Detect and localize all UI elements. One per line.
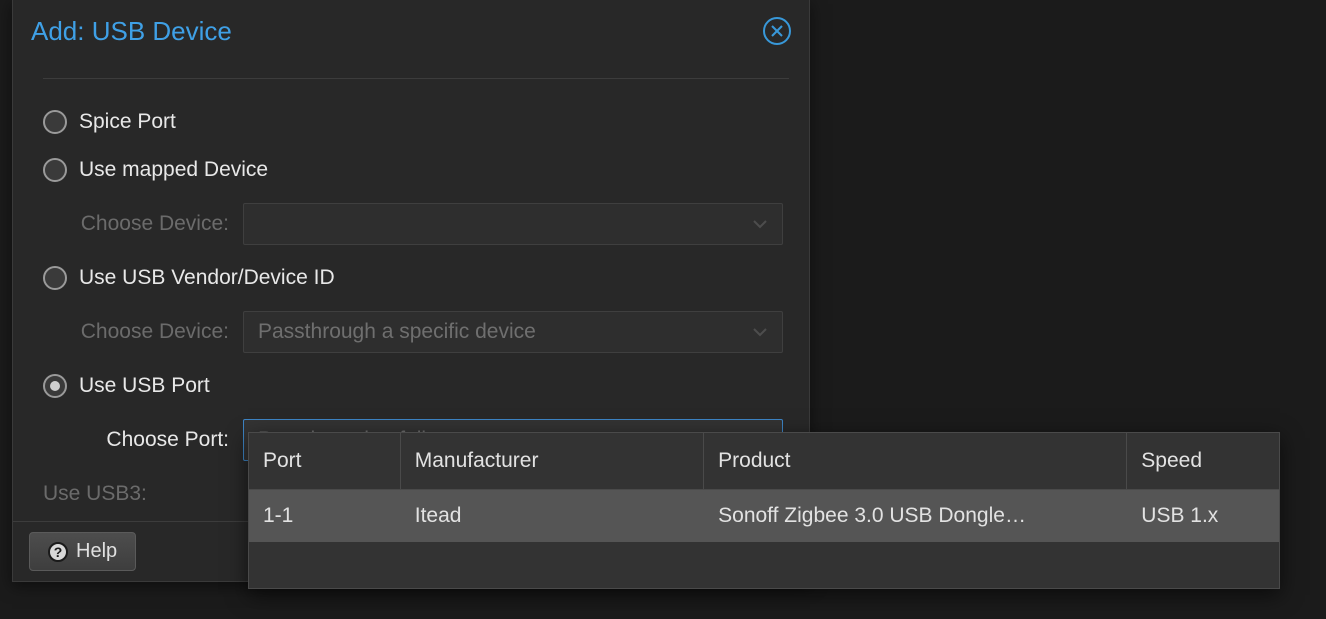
cell-port: 1-1 — [249, 490, 401, 542]
dropdown-header: Port Manufacturer Product Speed — [249, 433, 1279, 490]
field-label: Choose Device: — [43, 320, 243, 344]
dropdown-footer — [249, 542, 1279, 588]
radio-icon — [43, 158, 67, 182]
chevron-down-icon — [752, 219, 768, 229]
radio-option-vendor-device-id[interactable]: Use USB Vendor/Device ID — [43, 263, 789, 293]
combo-placeholder: Passthrough a specific device — [258, 320, 536, 344]
radio-icon — [43, 110, 67, 134]
cell-product: Sonoff Zigbee 3.0 USB Dongle… — [704, 490, 1127, 542]
column-header-manufacturer[interactable]: Manufacturer — [401, 433, 704, 490]
radio-label: Use mapped Device — [79, 158, 268, 182]
radio-label: Spice Port — [79, 110, 176, 134]
help-button-label: Help — [76, 540, 117, 563]
field-choose-device-vendor: Choose Device: Passthrough a specific de… — [43, 311, 789, 353]
vendor-device-combo: Passthrough a specific device — [243, 311, 783, 353]
dropdown-row[interactable]: 1-1 Itead Sonoff Zigbee 3.0 USB Dongle… … — [249, 490, 1279, 542]
close-button[interactable] — [763, 17, 791, 45]
radio-label: Use USB Vendor/Device ID — [79, 266, 335, 290]
radio-option-spice-port[interactable]: Spice Port — [43, 107, 789, 137]
cell-manufacturer: Itead — [401, 490, 704, 542]
dialog-header: Add: USB Device — [13, 0, 809, 62]
radio-option-usb-port[interactable]: Use USB Port — [43, 371, 789, 401]
mapped-device-combo — [243, 203, 783, 245]
field-label: Choose Device: — [43, 212, 243, 236]
port-dropdown: Port Manufacturer Product Speed 1-1 Itea… — [248, 432, 1280, 589]
field-choose-device-mapped: Choose Device: — [43, 203, 789, 245]
column-header-speed[interactable]: Speed — [1127, 433, 1279, 490]
help-button[interactable]: ? Help — [29, 532, 136, 571]
radio-option-mapped-device[interactable]: Use mapped Device — [43, 155, 789, 185]
dialog-title: Add: USB Device — [31, 16, 232, 47]
chevron-down-icon — [752, 327, 768, 337]
column-header-product[interactable]: Product — [704, 433, 1127, 490]
radio-icon — [43, 374, 67, 398]
use-usb3-label: Use USB3: — [43, 482, 147, 506]
help-icon: ? — [48, 542, 68, 562]
separator — [43, 78, 789, 79]
close-icon — [770, 24, 784, 38]
field-label: Choose Port: — [43, 428, 243, 452]
cell-speed: USB 1.x — [1127, 490, 1279, 542]
radio-label: Use USB Port — [79, 374, 210, 398]
radio-icon — [43, 266, 67, 290]
column-header-port[interactable]: Port — [249, 433, 401, 490]
